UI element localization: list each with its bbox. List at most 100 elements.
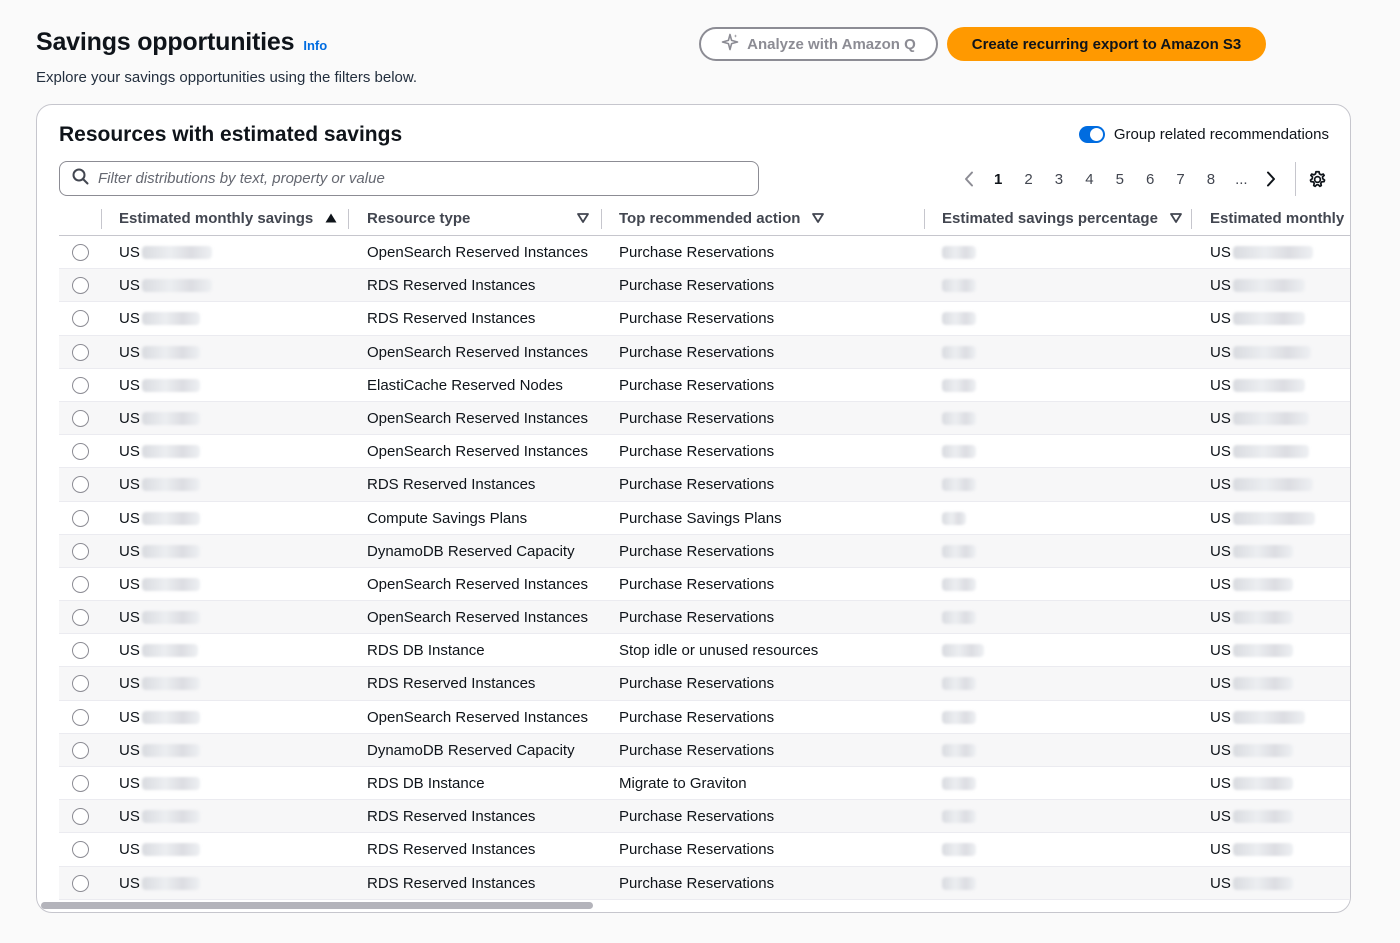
currency-label: US [119,808,140,826]
chevron-left-icon[interactable] [955,171,983,187]
currency-label: US [1210,509,1231,527]
table-row[interactable]: US RDS Reserved Instances Purchase Reserva… [59,468,1350,502]
row-select-radio[interactable] [72,277,89,295]
resources-table-container: Resources with estimated savings Group r… [36,104,1351,913]
row-select-radio[interactable] [72,775,89,792]
info-link[interactable]: Info [303,38,327,53]
create-recurring-export-button[interactable]: Create recurring export to Amazon S3 [947,27,1266,61]
column-separator [601,209,602,229]
row-select-radio[interactable] [72,476,89,494]
analyze-with-amazon-q-button[interactable]: Analyze with Amazon Q [699,27,938,61]
row-select-radio[interactable] [72,708,89,726]
resource-type-cell: RDS Reserved Instances [367,277,536,295]
table-row[interactable]: US RDS Reserved Instances Purchase Reserva… [59,269,1350,303]
table-row[interactable]: US OpenSearch Reserved Instances Purchase … [59,601,1350,635]
row-select-radio[interactable] [72,443,89,461]
table-row[interactable]: US OpenSearch Reserved Instances Purchase … [59,435,1350,469]
table-row[interactable]: US RDS DB Instance Migrate to Graviton US [59,767,1350,801]
redacted-value [141,611,200,625]
table-row[interactable]: US RDS Reserved Instances Purchase Reserva… [59,866,1350,900]
percentage-cell [942,568,976,601]
currency-label: US [119,542,140,560]
table-row[interactable]: US ElastiCache Reserved Nodes Purchase Res… [59,369,1350,402]
row-select-radio[interactable] [72,874,89,892]
page-6-button[interactable]: 6 [1135,171,1165,188]
sparkle-icon [721,33,739,55]
table-body: US OpenSearch Reserved Instances Purchase … [59,236,1350,900]
percentage-cell [942,867,976,900]
table-row[interactable]: US OpenSearch Reserved Instances Purchase … [59,401,1350,436]
table-row[interactable]: US Compute Savings Plans Purchase Savings … [59,502,1350,535]
gear-icon[interactable] [1308,170,1327,189]
currency-label: US [119,277,140,295]
currency-label: US [119,708,140,726]
row-select-radio[interactable] [72,741,89,759]
page-2-button[interactable]: 2 [1013,171,1043,188]
table-row[interactable]: US RDS Reserved Instances Purchase Reserva… [59,800,1350,834]
row-select-radio[interactable] [72,609,89,627]
row-select-radio[interactable] [72,575,89,593]
monthly-cost-cell: US [1210,667,1293,700]
page-5-button[interactable]: 5 [1105,171,1135,188]
table-row[interactable]: US OpenSearch Reserved Instances Purchase … [59,236,1350,270]
row-select-radio[interactable] [72,542,89,560]
column-header-savings[interactable]: Estimated monthly savings [119,201,337,236]
column-header-percentage-label: Estimated savings percentage [942,210,1158,227]
monthly-cost-cell: US [1210,502,1315,535]
table-row[interactable]: US OpenSearch Reserved Instances Purchase … [59,568,1350,602]
savings-cell: US [119,767,200,800]
page-7-button[interactable]: 7 [1165,171,1195,188]
table-row[interactable]: US DynamoDB Reserved Capacity Purchase Res… [59,733,1350,767]
toggle-switch[interactable] [1078,126,1105,143]
page-header: Savings opportunities Info Explore your … [36,28,417,86]
column-header-action[interactable]: Top recommended action [619,201,825,236]
pagination-divider [1294,162,1296,196]
page-8-button[interactable]: 8 [1196,171,1226,188]
group-related-toggle[interactable]: Group related recommendations [1078,126,1329,143]
monthly-cost-cell: US [1210,800,1293,833]
table-row[interactable]: US OpenSearch Reserved Instances Purchase … [59,335,1350,369]
savings-cell: US [119,535,200,568]
monthly-cost-cell: US [1210,601,1293,634]
row-select-radio[interactable] [72,310,89,328]
page-3-button[interactable]: 3 [1044,171,1074,188]
redacted-value [1232,743,1293,757]
monthly-cost-cell: US [1210,833,1293,866]
table-row[interactable]: US RDS Reserved Instances Purchase Reserva… [59,302,1350,336]
table-row[interactable]: US RDS DB Instance Stop idle or unused res… [59,634,1350,668]
row-select-radio[interactable] [72,244,89,261]
redacted-value [141,544,200,558]
chevron-right-icon[interactable] [1257,171,1285,187]
sort-filter-icon [1170,210,1182,227]
row-select-radio[interactable] [72,509,89,527]
column-header-percentage[interactable]: Estimated savings percentage [942,201,1182,236]
currency-label: US [1210,808,1231,826]
currency-label: US [1210,575,1231,593]
redacted-value [141,876,200,890]
table-row[interactable]: US RDS Reserved Instances Purchase Reserva… [59,667,1350,701]
page-4-button[interactable]: 4 [1074,171,1104,188]
savings-cell: US [119,336,200,369]
redacted-value [1232,478,1313,492]
row-select-radio[interactable] [72,675,89,693]
redacted-value [942,777,976,790]
column-header-resource-type[interactable]: Resource type [367,201,589,236]
resource-type-cell: RDS Reserved Instances [367,675,536,693]
percentage-cell [942,701,976,734]
filter-field[interactable] [59,161,759,196]
table-row[interactable]: US DynamoDB Reserved Capacity Purchase Res… [59,534,1350,568]
table-row[interactable]: US RDS Reserved Instances Purchase Reserva… [59,833,1350,867]
redacted-value [942,378,976,392]
row-select-radio[interactable] [72,343,89,361]
horizontal-scrollbar[interactable] [41,902,593,909]
currency-label: US [119,376,140,394]
row-select-radio[interactable] [72,808,89,826]
column-header-monthly-cost[interactable]: Estimated monthly [1210,201,1344,236]
row-select-radio[interactable] [72,376,89,394]
row-select-radio[interactable] [72,841,89,859]
filter-input[interactable] [98,170,738,187]
row-select-radio[interactable] [72,409,89,427]
page-1-button[interactable]: 1 [983,171,1013,188]
table-row[interactable]: US OpenSearch Reserved Instances Purchase … [59,701,1350,734]
row-select-radio[interactable] [72,642,89,660]
